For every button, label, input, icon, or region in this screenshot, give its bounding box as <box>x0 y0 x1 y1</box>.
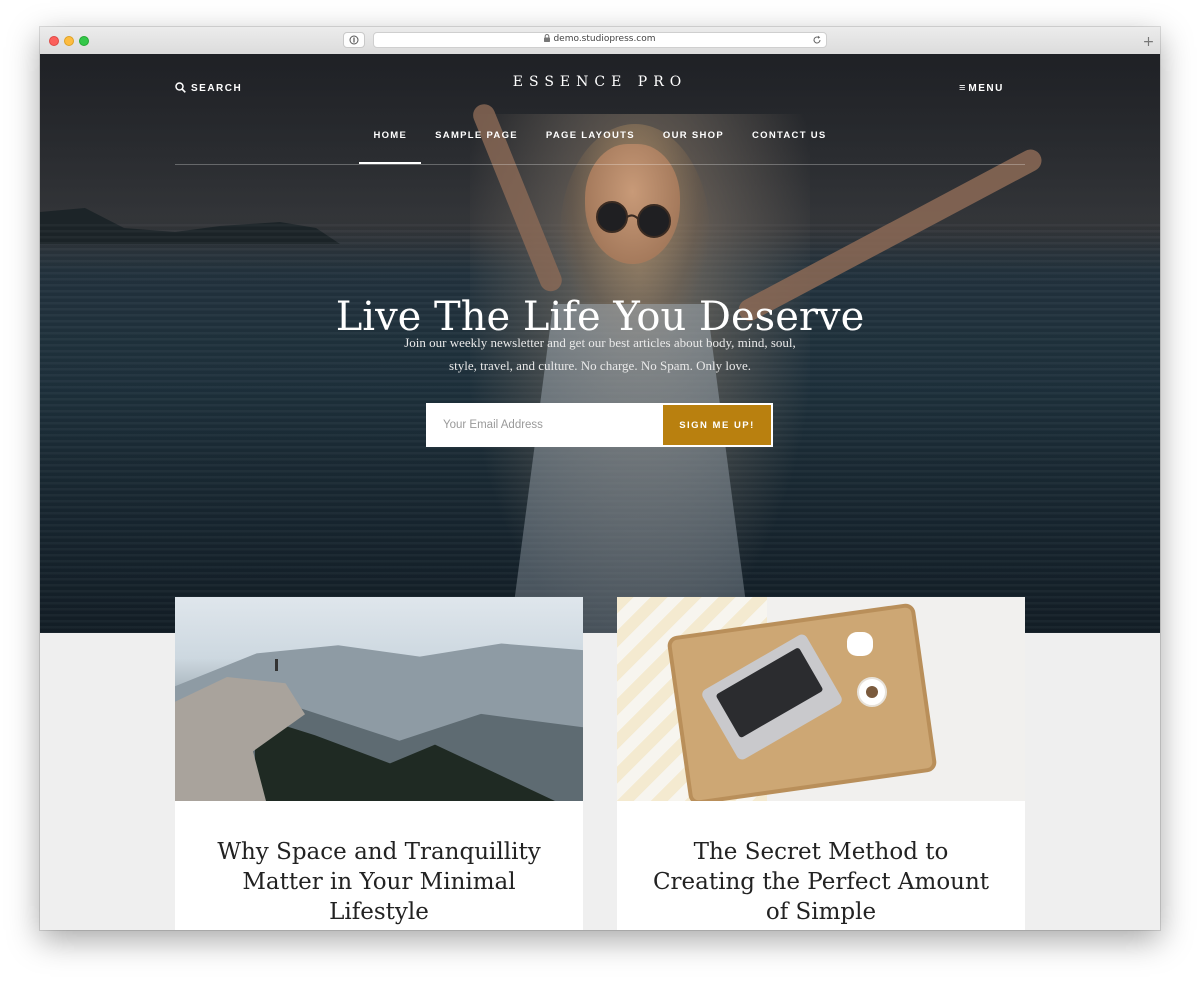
browser-toolbar: demo.studiopress.com + <box>40 27 1160 55</box>
minimize-window-button[interactable] <box>64 36 74 46</box>
new-tab-button[interactable]: + <box>1141 35 1156 50</box>
nav-item-page-layouts[interactable]: PAGE LAYOUTS <box>532 126 649 164</box>
newsletter-form: SIGN ME UP! <box>426 403 773 447</box>
hero-subtitle: Join our weekly newsletter and get our b… <box>404 335 796 373</box>
post-card[interactable]: Why Space and Tranquillity Matter in You… <box>175 597 583 930</box>
close-window-button[interactable] <box>49 36 59 46</box>
nav-item-our-shop[interactable]: OUR SHOP <box>649 126 738 164</box>
email-field[interactable] <box>426 403 662 447</box>
hero-background-sunglasses <box>596 201 671 238</box>
post-title[interactable]: The Secret Method to Creating the Perfec… <box>647 837 995 927</box>
zoom-window-button[interactable] <box>79 36 89 46</box>
address-bar-url: demo.studiopress.com <box>553 34 656 44</box>
reload-icon[interactable] <box>812 35 822 45</box>
nav-item-contact-us[interactable]: CONTACT US <box>738 126 841 164</box>
primary-nav: HOME SAMPLE PAGE PAGE LAYOUTS OUR SHOP C… <box>175 126 1025 165</box>
browser-window: demo.studiopress.com + SEARCH ESSENCE PR… <box>40 27 1160 930</box>
mountain-hiker <box>275 659 278 671</box>
post-title[interactable]: Why Space and Tranquillity Matter in You… <box>205 837 553 927</box>
menu-label: MENU <box>968 83 1004 94</box>
hamburger-icon: ≡ <box>959 82 966 94</box>
milk-jug <box>847 632 873 656</box>
privacy-report-button[interactable] <box>343 32 365 48</box>
post-card[interactable]: The Secret Method to Creating the Perfec… <box>617 597 1025 930</box>
nav-item-sample-page[interactable]: SAMPLE PAGE <box>421 126 532 164</box>
menu-toggle[interactable]: ≡ MENU <box>959 82 1004 94</box>
address-bar[interactable]: demo.studiopress.com <box>373 32 827 48</box>
lock-icon <box>544 34 551 42</box>
privacy-shield-icon <box>349 35 359 45</box>
post-thumbnail-laptop[interactable] <box>617 597 1025 801</box>
nav-item-home[interactable]: HOME <box>359 126 422 164</box>
sign-up-button[interactable]: SIGN ME UP! <box>663 405 771 445</box>
post-thumbnail-mountain[interactable] <box>175 597 583 801</box>
coffee-cup <box>857 677 887 707</box>
